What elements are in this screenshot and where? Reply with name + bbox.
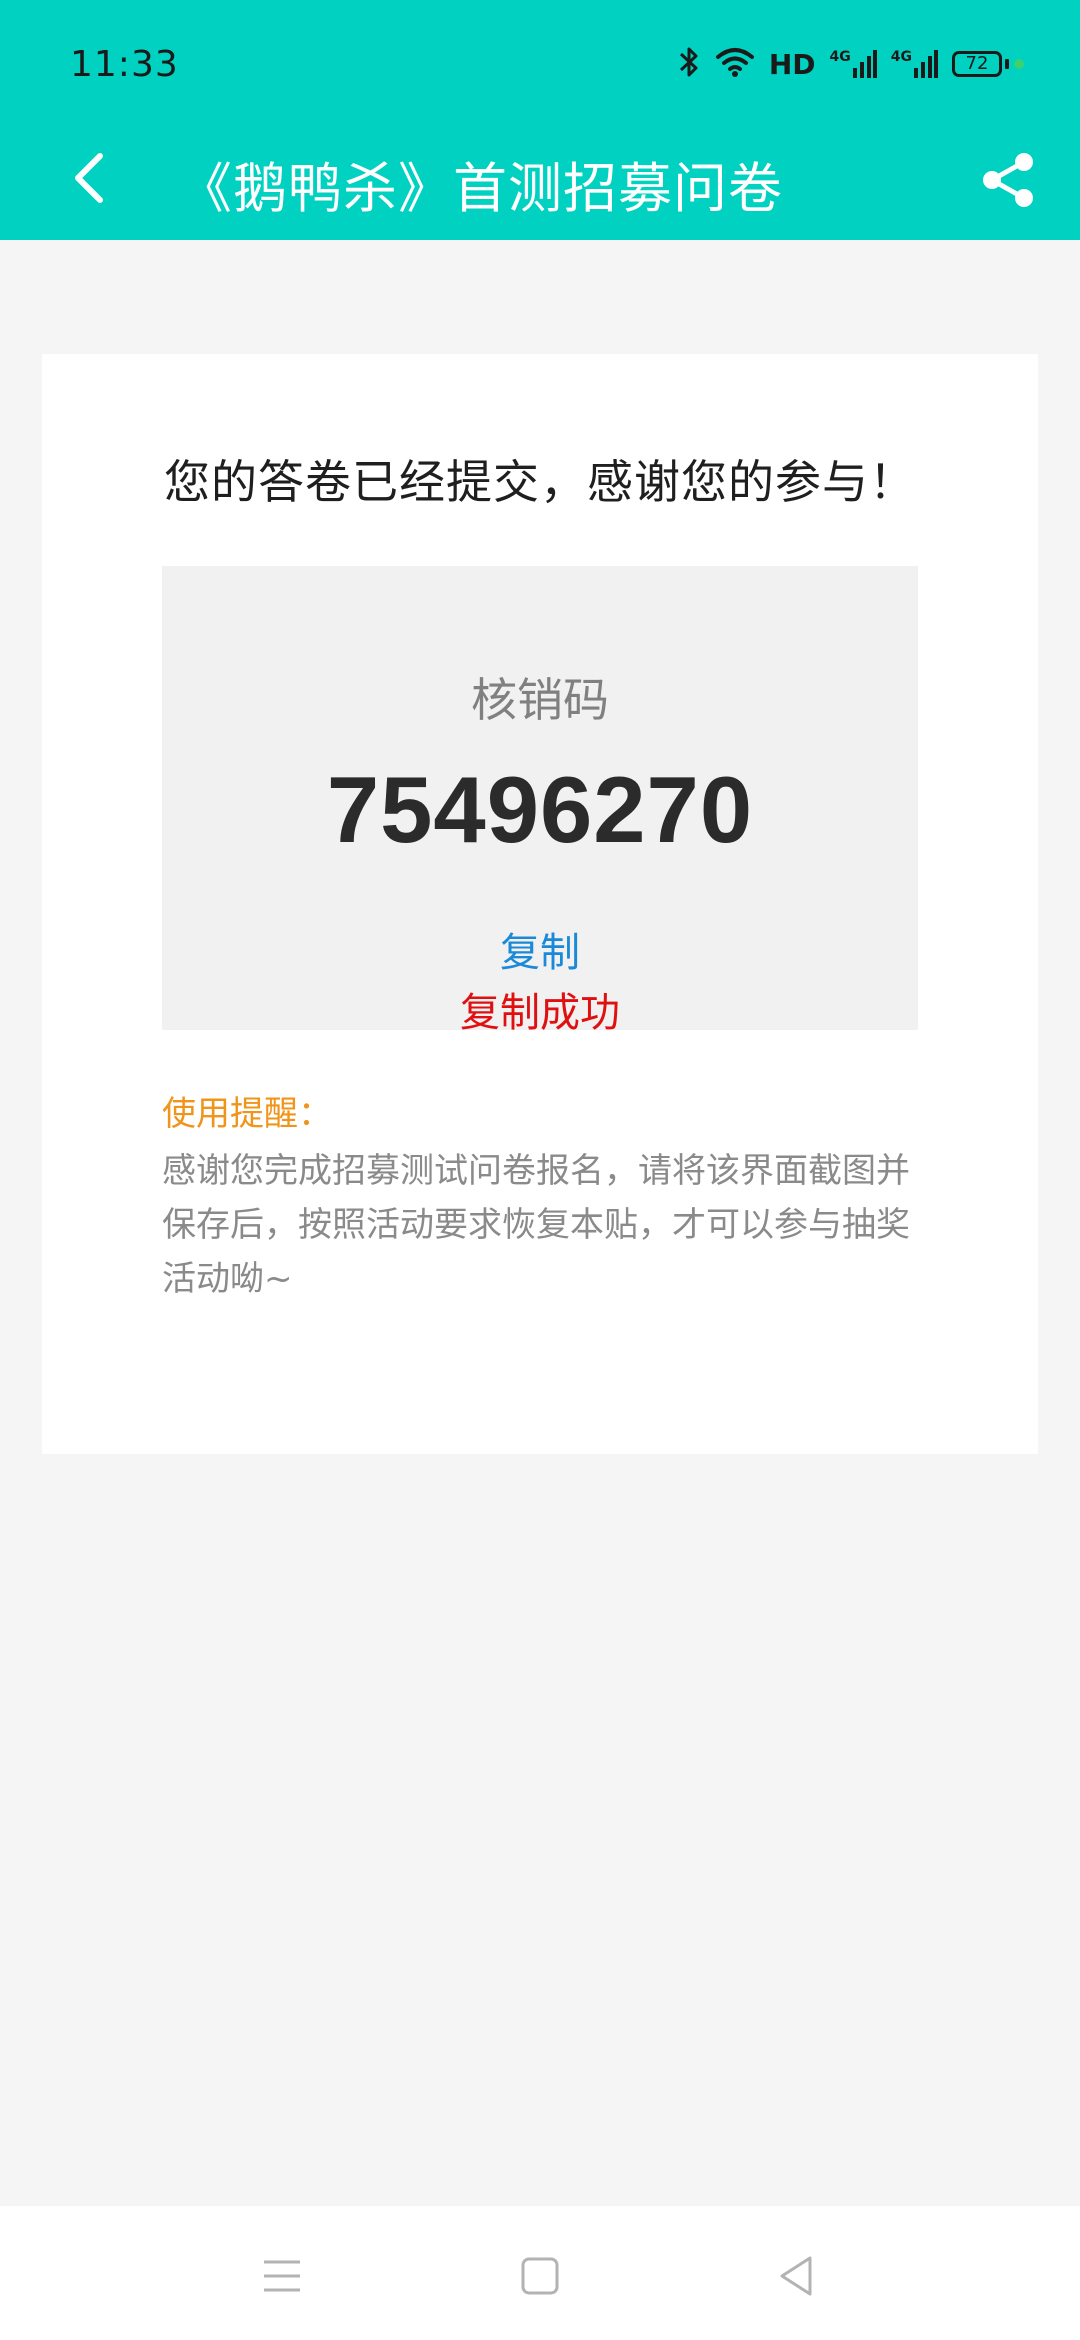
system-back-button[interactable] [756,2236,836,2316]
status-icons: HD 4G 4G 72 [677,44,1026,84]
redeem-code-box: 核销码 75496270 复制 复制成功 [162,566,918,1036]
home-icon [521,2257,559,2295]
signal-icon-sim1: 4G [830,50,877,78]
status-time: 11:33 [70,44,179,85]
battery-tip [1005,59,1009,69]
hd-label: HD [768,47,816,81]
wifi-icon [715,46,755,82]
copy-success-message: 复制成功 [460,990,620,1036]
page-title: 《鹅鸭杀》首测招募问卷 [178,157,783,220]
back-triangle-icon [780,2256,812,2296]
charging-icon [1012,57,1026,71]
nav-bar: 《鹅鸭杀》首测招募问卷 [0,120,1080,240]
redeem-code-value[interactable]: 75496270 [162,756,918,864]
signal-icon-sim2: 4G [891,50,938,78]
submission-headline: 您的答卷已经提交，感谢您的参与！ [164,455,916,509]
menu-icon [264,2260,300,2292]
share-icon [983,153,1033,207]
bluetooth-icon [677,45,701,83]
reminder-title: 使用提醒： [162,1094,332,1134]
sim2-label: 4G [890,49,912,65]
redeem-code-label: 核销码 [471,673,609,727]
copy-button[interactable]: 复制 [440,920,640,978]
status-bar: 11:33 HD 4G 4G 72 [0,0,1080,130]
back-button[interactable] [50,138,130,218]
share-button[interactable] [966,138,1050,222]
app-header: 11:33 HD 4G 4G 72 《鹅鸭杀》首测招募问卷 [0,0,1080,240]
reminder-text: 感谢您完成招募测试问卷报名，请将该界面截图并保存后，按照活动要求恢复本贴，才可以… [162,1151,910,1299]
recent-apps-button[interactable] [242,2236,322,2316]
sim1-label: 4G [829,49,851,65]
result-card: 您的答卷已经提交，感谢您的参与！ 核销码 75496270 复制 复制成功 使用… [42,354,1038,1454]
system-nav-bar [0,2206,1080,2340]
battery-icon: 72 [952,51,1026,77]
back-arrow-icon [75,153,103,203]
home-button[interactable] [500,2236,580,2316]
battery-level: 72 [952,51,1002,77]
